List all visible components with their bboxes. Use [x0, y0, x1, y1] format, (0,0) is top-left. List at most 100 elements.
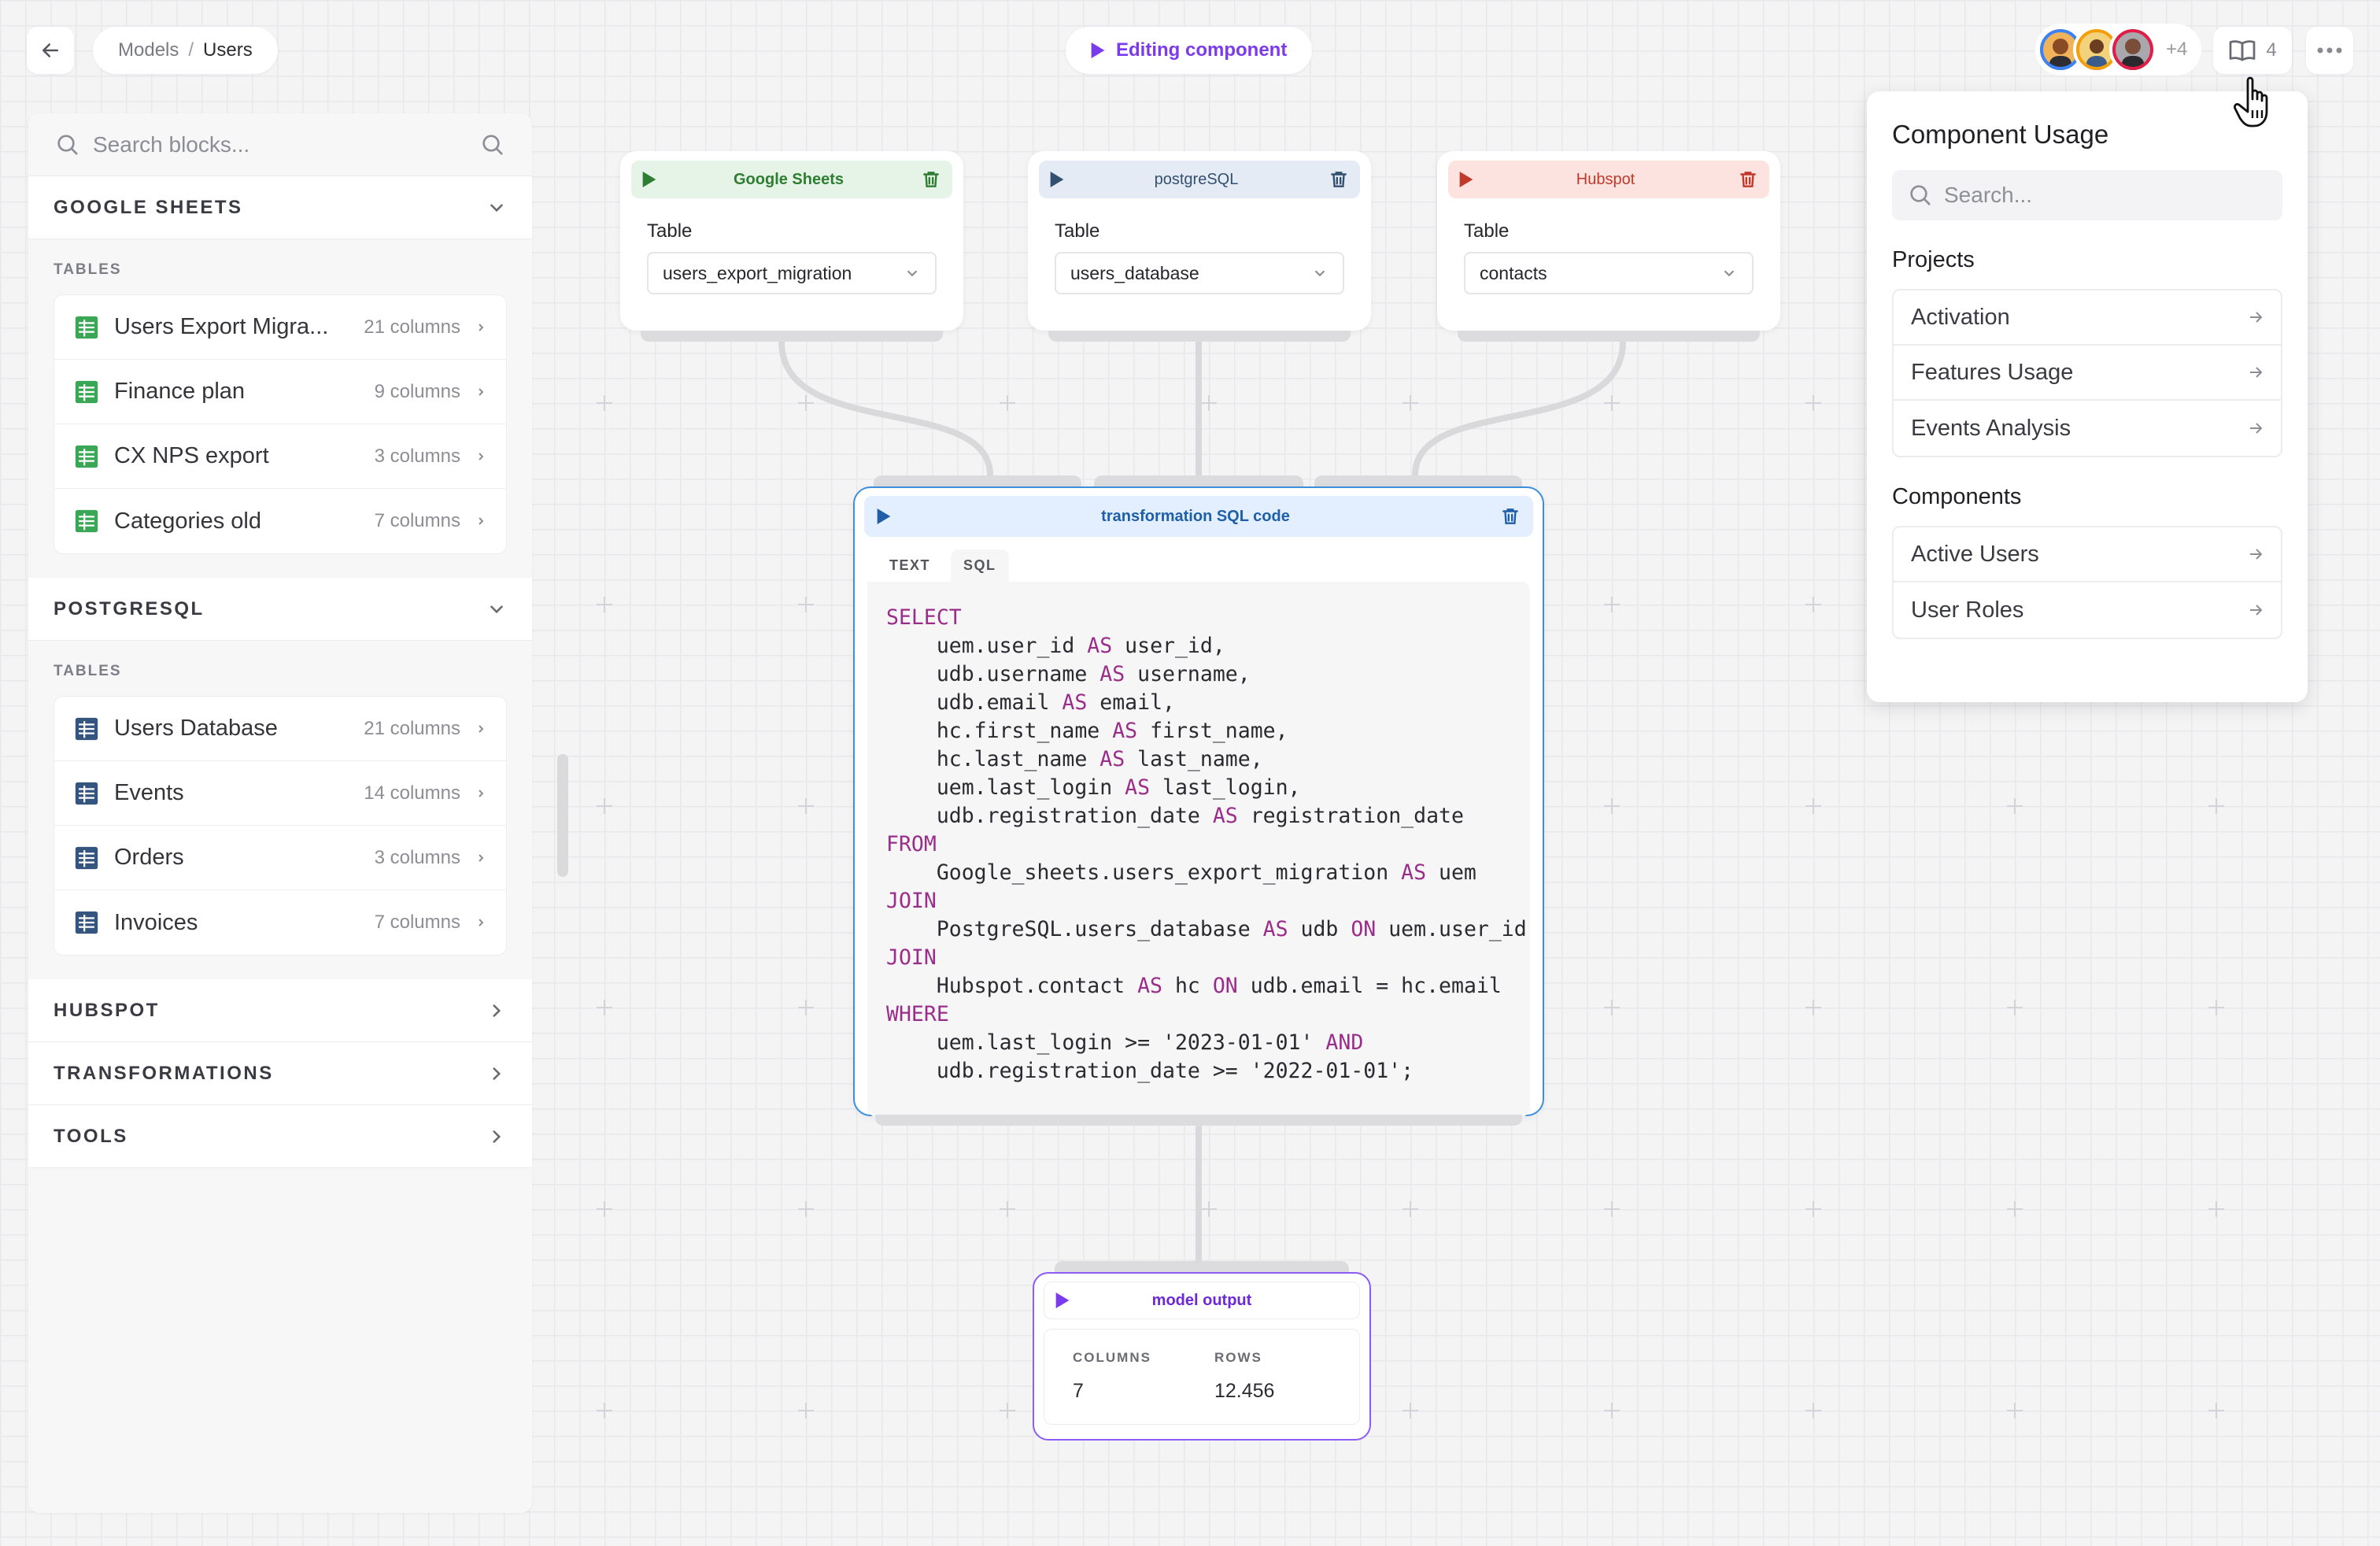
group-transformations[interactable]: TRANSFORMATIONS — [28, 1042, 532, 1105]
sql-text: udb.registration_date >= '2022-01-01'; — [886, 1059, 1414, 1083]
source-field-label: Table — [1464, 220, 1510, 242]
component-item-label: Active Users — [1911, 541, 2039, 567]
code-line: uem.last_login >= '2023-01-01' AND — [886, 1029, 1530, 1057]
chevron-right-icon — [493, 1004, 501, 1017]
table-select[interactable]: contacts — [1464, 252, 1754, 294]
table-row[interactable]: Finance plan 9 columns — [54, 360, 506, 424]
search-icon — [57, 134, 78, 155]
table-row[interactable]: Events 14 columns — [54, 761, 506, 826]
table-columns: 7 columns — [374, 510, 460, 531]
transformation-header: transformation SQL code — [864, 496, 1533, 537]
play-icon[interactable] — [1459, 172, 1473, 187]
sidebar-scrollbar[interactable] — [557, 754, 568, 877]
trash-icon[interactable] — [1500, 505, 1521, 527]
docs-count: 4 — [2266, 39, 2277, 61]
more-options-button[interactable] — [2306, 27, 2353, 74]
project-item[interactable]: Features Usage — [1894, 346, 2281, 401]
table-name: Invoices — [114, 909, 198, 935]
tab-sql[interactable]: SQL — [951, 549, 1009, 582]
trash-icon[interactable] — [921, 168, 941, 190]
code-line: SELECT — [886, 604, 1530, 632]
table-list: Users Database 21 columns Events 14 colu… — [54, 696, 507, 956]
table-select[interactable]: users_database — [1055, 252, 1344, 294]
sql-text: uem.user_id — [886, 634, 1088, 658]
play-icon[interactable] — [1050, 172, 1064, 187]
table-select[interactable]: users_export_migration — [647, 252, 937, 294]
sql-keyword: AS — [1212, 804, 1238, 828]
chevron-down-icon — [1724, 270, 1735, 277]
transformation-card[interactable]: transformation SQL code TEXT SQL SELECT … — [853, 486, 1544, 1117]
code-line: Google_sheets.users_export_migration AS … — [886, 859, 1530, 887]
table-row[interactable]: Users Database 21 columns — [54, 697, 506, 761]
chevron-right-icon — [479, 853, 484, 862]
back-button[interactable] — [27, 27, 74, 74]
projects-heading: Projects — [1892, 247, 1975, 272]
model-output-card[interactable]: model output COLUMNS 7 ROWS 12.456 — [1033, 1272, 1371, 1441]
sql-text: Google_sheets.users_export_migration — [886, 860, 1402, 885]
table-select-value: users_export_migration — [663, 262, 852, 283]
tables-label: TABLES — [54, 663, 122, 679]
sql-text: email, — [1087, 690, 1175, 715]
play-icon[interactable] — [642, 172, 656, 187]
trash-icon[interactable] — [1329, 168, 1349, 190]
table-columns: 7 columns — [374, 912, 460, 933]
group-title: POSTGRESQL — [54, 597, 205, 620]
table-name: Users Database — [114, 716, 278, 741]
table-name: Events — [114, 780, 184, 805]
group-hubspot[interactable]: HUBSPOT — [28, 979, 532, 1042]
blocks-search[interactable]: Search blocks... — [28, 113, 532, 176]
components-list: Active Users User Roles — [1892, 526, 2282, 639]
play-icon[interactable] — [1055, 1293, 1070, 1308]
table-columns: 14 columns — [364, 782, 460, 804]
component-item[interactable]: User Roles — [1894, 583, 2281, 638]
arrow-right-icon — [2250, 605, 2263, 616]
table-name: Users Export Migra... — [114, 314, 329, 339]
table-row[interactable]: Invoices 7 columns — [54, 890, 506, 955]
component-item[interactable]: Active Users — [1894, 527, 2281, 583]
table-row[interactable]: CX NPS export 3 columns — [54, 424, 506, 489]
source-card-google-sheets[interactable]: Google Sheets Table users_export_migrati… — [620, 151, 963, 342]
model-output-title: model output — [1151, 1291, 1252, 1309]
table-list: Users Export Migra... 21 columns Finance… — [54, 294, 507, 554]
sql-keyword: ON — [1351, 917, 1377, 941]
code-line: PostgreSQL.users_database AS udb ON uem.… — [886, 915, 1530, 944]
breadcrumb-parent[interactable]: Models — [118, 39, 179, 61]
group-tools[interactable]: TOOLS — [28, 1105, 532, 1168]
spreadsheet-icon — [75, 509, 98, 533]
editing-component-button[interactable]: Editing component — [1066, 27, 1313, 74]
table-columns: 3 columns — [374, 846, 460, 868]
table-row[interactable]: Users Export Migra... 21 columns — [54, 295, 506, 360]
table-row[interactable]: Orders 3 columns — [54, 826, 506, 890]
usage-search-input[interactable]: Search... — [1892, 170, 2282, 220]
sql-text: uem.user_id — [1376, 917, 1527, 941]
project-item[interactable]: Activation — [1894, 290, 2281, 346]
sql-text: udb.email = hc.email — [1237, 974, 1502, 998]
group-title: TOOLS — [54, 1125, 128, 1147]
source-card-header: postgreSQL — [1039, 161, 1360, 198]
sql-keyword: AS — [1125, 775, 1151, 800]
sql-keyword: AS — [1062, 690, 1088, 715]
sql-code-editor[interactable]: SELECT uem.user_id AS user_id, udb.usern… — [867, 582, 1530, 1117]
sql-keyword: SELECT — [886, 605, 962, 630]
sql-keyword: ON — [1212, 974, 1238, 998]
source-field-label: Table — [1055, 220, 1100, 242]
sql-text: uem — [1426, 860, 1476, 885]
docs-button[interactable]: 4 — [2213, 27, 2292, 74]
group-postgresql[interactable]: POSTGRESQL — [28, 578, 532, 641]
project-item-label: Activation — [1911, 304, 2010, 330]
source-card-hubspot[interactable]: Hubspot Table contacts — [1437, 151, 1780, 342]
chevron-down-icon — [490, 605, 503, 613]
tab-text[interactable]: TEXT — [877, 549, 943, 582]
sql-keyword: AS — [1099, 747, 1125, 771]
collaborators[interactable]: +4 — [2035, 24, 2202, 76]
play-icon[interactable] — [877, 509, 891, 524]
arrow-right-icon — [2250, 367, 2263, 378]
project-item[interactable]: Events Analysis — [1894, 401, 2281, 456]
source-card-postgresql[interactable]: postgreSQL Table users_database — [1028, 151, 1371, 342]
breadcrumb-separator: / — [188, 39, 194, 61]
table-row[interactable]: Categories old 7 columns — [54, 489, 506, 553]
trash-icon[interactable] — [1738, 168, 1758, 190]
search-icon[interactable] — [480, 132, 505, 157]
group-google-sheets[interactable]: GOOGLE SHEETS — [28, 176, 532, 239]
projects-list: Activation Features Usage Events Analysi… — [1892, 289, 2282, 457]
